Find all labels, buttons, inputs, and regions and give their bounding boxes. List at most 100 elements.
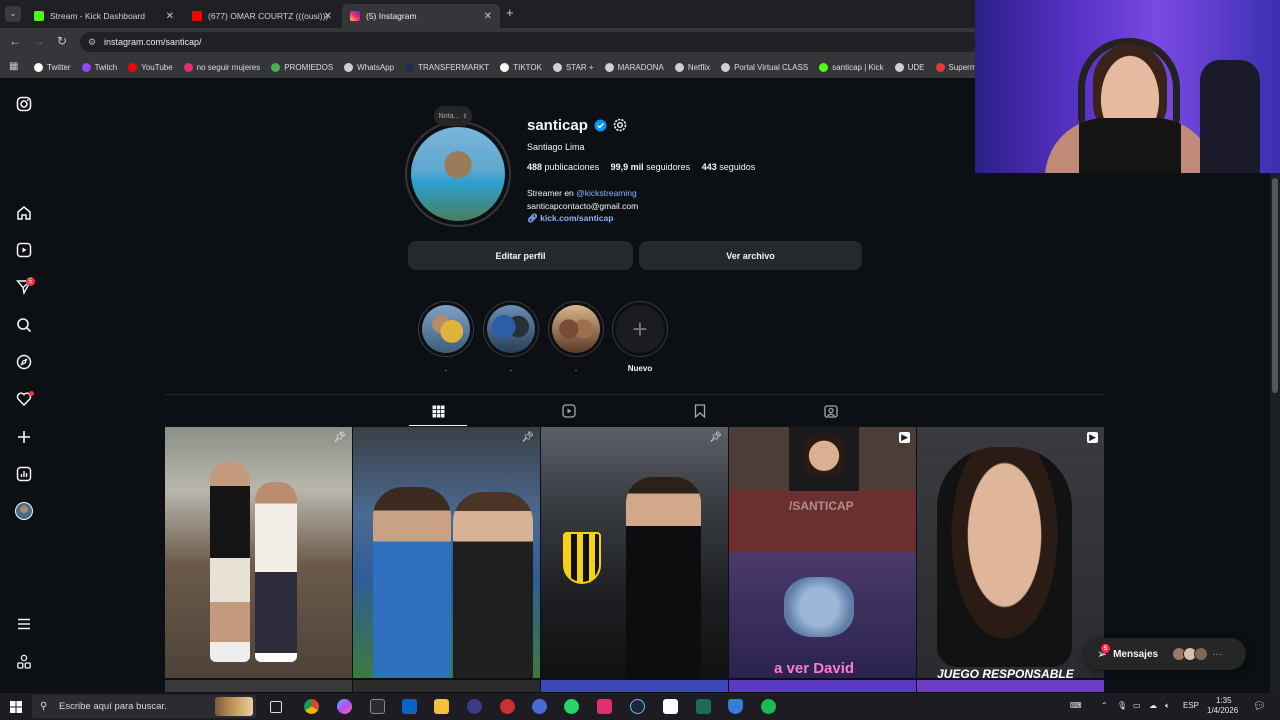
clock-date[interactable]: 1/4/2026: [1207, 706, 1238, 715]
tab-tagged-icon[interactable]: [823, 403, 839, 419]
search-icon[interactable]: [15, 316, 33, 334]
forward-icon[interactable]: →: [33, 34, 45, 48]
new-tab-button[interactable]: +: [506, 5, 514, 20]
notifications-center-icon[interactable]: 💬︎: [1253, 701, 1266, 712]
bookmark-item[interactable]: MARADONA: [604, 62, 664, 72]
tab-reels-icon[interactable]: [561, 403, 577, 419]
note-bubble[interactable]: Nota... ⇕: [434, 106, 472, 126]
post-tile-4[interactable]: /SANTICAP a ver David ▶: [729, 427, 916, 678]
profile-link[interactable]: 🔗︎ kick.com/santicap: [527, 212, 638, 225]
security-app-icon[interactable]: [728, 699, 743, 714]
post-tile-1[interactable]: 📌︎: [165, 427, 352, 678]
post-tile-5[interactable]: JUEGO RESPONSABLE ▶: [917, 427, 1104, 678]
tray-chevron-icon[interactable]: ⌃: [1101, 701, 1108, 710]
whatsapp-icon[interactable]: [564, 699, 579, 714]
threads-apps-icon[interactable]: [15, 653, 33, 671]
outlook-icon[interactable]: [402, 699, 417, 714]
spotify-icon[interactable]: [761, 699, 776, 714]
bookmark-item[interactable]: Netflix: [674, 62, 710, 72]
tab-youtube[interactable]: (677) OMAR COURTZ (((ousi))) ✕: [184, 4, 340, 28]
profile-avatar-small[interactable]: [15, 502, 33, 520]
language-indicator[interactable]: ESP: [1183, 701, 1199, 710]
keyboard-icon[interactable]: ⌨: [1070, 701, 1082, 710]
apps-grid-icon[interactable]: ▦: [9, 61, 18, 72]
task-view-icon[interactable]: [270, 701, 282, 713]
tab-saved-bookmark-icon[interactable]: [692, 403, 708, 419]
steam-icon[interactable]: [630, 699, 645, 714]
followers-count[interactable]: 99,9 mil seguidores: [611, 162, 691, 172]
following-count[interactable]: 443 seguidos: [702, 162, 756, 172]
taskbar-search-input[interactable]: ⚲ Escribe aquí para buscar.: [32, 695, 256, 718]
home-icon[interactable]: [15, 204, 33, 222]
edit-profile-button[interactable]: Editar perfil: [408, 241, 633, 270]
bookmark-item[interactable]: TRANSFERMARKT: [405, 62, 489, 72]
post-row-2-tile[interactable]: [917, 680, 1104, 692]
page-scrollbar-thumb[interactable]: [1272, 178, 1278, 393]
post-tile-3[interactable]: 📌︎: [541, 427, 728, 678]
chrome-icon[interactable]: [304, 699, 319, 714]
close-tab-icon[interactable]: ✕: [166, 11, 174, 22]
tab-posts-grid-icon[interactable]: [430, 403, 446, 419]
vpn-app-icon[interactable]: [532, 699, 547, 714]
reload-icon[interactable]: ↻: [57, 34, 67, 48]
bio-mention-link[interactable]: @kickstreaming: [576, 188, 637, 198]
tab-list-dropdown[interactable]: ⌄: [5, 6, 21, 22]
network-icon[interactable]: ☁: [1149, 701, 1157, 710]
app-icon[interactable]: [597, 699, 612, 714]
post-tile-2[interactable]: 📌︎: [353, 427, 540, 678]
bookmark-item[interactable]: PROMIEDOS: [271, 62, 333, 72]
file-explorer-icon[interactable]: [434, 699, 449, 714]
highlight-3[interactable]: [548, 301, 604, 357]
tab-kick-dashboard[interactable]: Stream - Kick Dashboard ✕: [26, 4, 182, 28]
app-icon[interactable]: [370, 699, 385, 714]
bookmark-item[interactable]: YouTube: [128, 62, 173, 72]
profile-bio: Streamer en @kickstreaming santicapconta…: [527, 187, 638, 225]
display-icon[interactable]: ▭: [1133, 701, 1141, 710]
explore-compass-icon[interactable]: [15, 353, 33, 371]
messages-pill[interactable]: ➢ 5 Mensajes ···: [1085, 638, 1246, 670]
profile-username: santicap: [527, 117, 588, 134]
highlight-2[interactable]: [483, 301, 539, 357]
terminal-icon[interactable]: [696, 699, 711, 714]
menu-hamburger-icon[interactable]: [15, 615, 33, 633]
clock-time[interactable]: 1:35: [1216, 696, 1232, 705]
reels-icon[interactable]: [15, 241, 33, 259]
bookmark-item[interactable]: Superm: [935, 62, 977, 72]
tab-instagram[interactable]: (5) Instagram ✕: [342, 4, 500, 28]
dashboard-icon[interactable]: [15, 465, 33, 483]
new-highlight-button[interactable]: +: [612, 301, 668, 357]
close-tab-icon[interactable]: ✕: [484, 11, 492, 22]
settings-gear-icon[interactable]: [612, 117, 628, 138]
messages-badge: 5: [1101, 644, 1110, 653]
bookmark-item[interactable]: Portal Virtual CLASS: [721, 62, 808, 72]
copilot-icon[interactable]: [337, 699, 352, 714]
site-settings-icon[interactable]: ⚙: [88, 32, 96, 52]
capcut-icon[interactable]: [663, 699, 678, 714]
bookmark-item[interactable]: Twitter: [34, 62, 71, 72]
posts-count[interactable]: 488 publicaciones: [527, 162, 599, 172]
close-tab-icon[interactable]: ✕: [324, 11, 332, 22]
instagram-logo-icon[interactable]: [15, 95, 33, 113]
bookmark-item[interactable]: WhatsApp: [344, 62, 394, 72]
volume-icon[interactable]: 🔈︎: [1165, 701, 1170, 711]
mic-icon[interactable]: 🎙︎: [1117, 701, 1127, 710]
post-row-2-tile[interactable]: [165, 680, 352, 692]
view-archive-button[interactable]: Ver archivo: [639, 241, 862, 270]
bookmark-item[interactable]: STAR +: [552, 62, 594, 72]
windows-start-icon[interactable]: [10, 700, 22, 718]
highlight-1[interactable]: [418, 301, 474, 357]
bookmark-item[interactable]: santicap | Kick: [819, 62, 884, 72]
bookmark-item[interactable]: Twitch: [81, 62, 117, 72]
bookmark-item[interactable]: UDE: [894, 62, 925, 72]
profile-avatar[interactable]: [405, 121, 511, 227]
bookmark-item[interactable]: TIKTOK: [500, 62, 542, 72]
back-icon[interactable]: ←: [9, 34, 21, 48]
post-row-2-tile[interactable]: [729, 680, 916, 692]
recording-app-icon[interactable]: [500, 699, 515, 714]
post-row-2-tile[interactable]: [353, 680, 540, 692]
bookmark-item[interactable]: no seguir mujeres: [183, 62, 260, 72]
create-plus-icon[interactable]: [15, 428, 33, 446]
url-bar[interactable]: ⚙ instagram.com/santicap/: [80, 32, 980, 52]
opera-gx-icon[interactable]: [467, 699, 482, 714]
post-row-2-tile[interactable]: [541, 680, 728, 692]
